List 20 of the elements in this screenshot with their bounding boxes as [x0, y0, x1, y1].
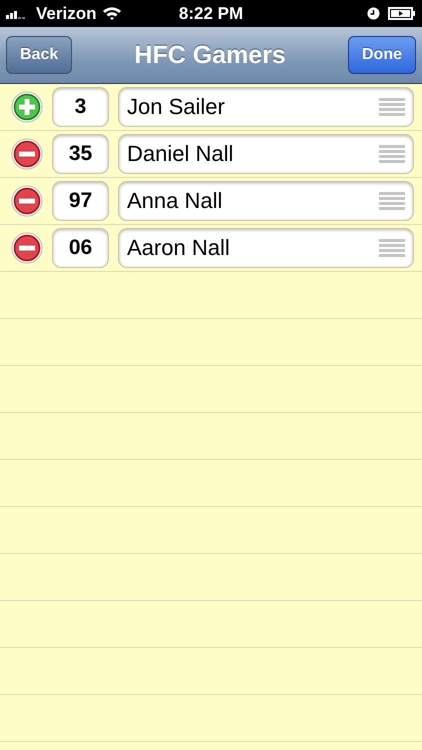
clock-icon [367, 7, 380, 20]
wifi-icon [102, 6, 122, 21]
carrier-name: Verizon [36, 4, 96, 24]
number-field[interactable]: 35 [52, 134, 109, 174]
number-field[interactable]: 97 [52, 181, 109, 221]
remove-icon[interactable] [11, 232, 43, 264]
remove-icon[interactable] [11, 185, 43, 217]
nav-title: HFC Gamers [134, 40, 286, 70]
name-field[interactable]: Aaron Nall [118, 228, 414, 268]
battery-icon [388, 7, 416, 20]
number-field[interactable]: 3 [52, 87, 109, 127]
done-button[interactable]: Done [348, 36, 416, 74]
add-icon[interactable] [11, 91, 43, 123]
name-field[interactable]: Daniel Nall [118, 134, 414, 174]
name-field[interactable]: Anna Nall [118, 181, 414, 221]
number-field[interactable]: 06 [52, 228, 109, 268]
name-field[interactable]: Jon Sailer [118, 87, 414, 127]
remove-icon[interactable] [11, 138, 43, 170]
status-time: 8:22 PM [178, 4, 244, 22]
back-button[interactable]: Back [6, 36, 72, 74]
